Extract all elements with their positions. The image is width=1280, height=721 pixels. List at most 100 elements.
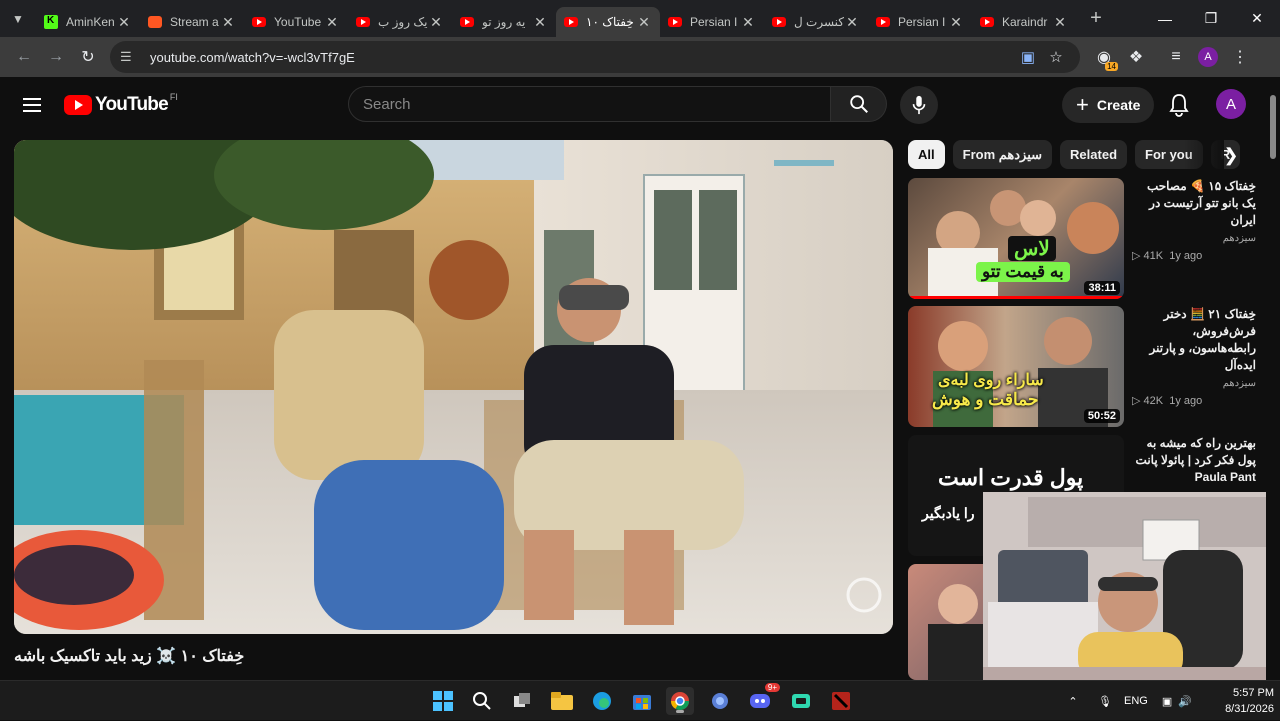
- browser-tab[interactable]: AminKen ✕: [36, 7, 140, 37]
- tab-close-icon[interactable]: ✕: [844, 14, 860, 31]
- browser-tab[interactable]: YouTube ✕: [244, 7, 348, 37]
- webcam-feed: [983, 492, 1280, 680]
- webcam-overlay: [983, 492, 1280, 680]
- youtube-icon: [252, 17, 266, 27]
- chip-from-channel[interactable]: From سیزدهم: [952, 140, 1053, 169]
- extensions-puzzle-icon[interactable]: ❖: [1120, 41, 1152, 73]
- thumbnail-caption: ساراء روی لبه‌ی: [938, 372, 1044, 389]
- windows-start-icon[interactable]: [429, 687, 457, 715]
- recommended-video[interactable]: لاس به قیمت تتو 38:11 خِفتاک ۱۵ 🍕 مصاحب …: [908, 178, 1258, 299]
- recommended-video[interactable]: ساراء روی لبه‌ی حماقت و هوش 50:52 خِفتاک…: [908, 306, 1258, 427]
- browser-tab[interactable]: Stream a ✕: [140, 7, 244, 37]
- microsoft-store-icon[interactable]: [628, 687, 656, 715]
- browser-tab[interactable]: یه روز تو ✕: [452, 7, 556, 37]
- tab-close-icon[interactable]: ✕: [428, 14, 444, 31]
- profile-button[interactable]: A: [1192, 41, 1224, 73]
- reload-icon[interactable]: ↻: [72, 41, 104, 73]
- video-stats: ▷ 42K 1y ago: [1132, 394, 1256, 407]
- windows-taskbar: 9+ ⌃ 🎙 ENG ▣ 🔊 5:57 PM 8/31/2026: [0, 680, 1280, 720]
- browser-tab[interactable]: کنسرت ل ✕: [764, 7, 868, 37]
- browser-tab[interactable]: Persian I ✕: [660, 7, 764, 37]
- taskbar-clock[interactable]: 5:57 PM 8/31/2026: [1204, 685, 1274, 717]
- system-tray: ⌃ 🎙 ENG ▣ 🔊: [1064, 681, 1192, 721]
- create-label: Create: [1096, 97, 1141, 113]
- chevron-up-icon[interactable]: ⌃: [1064, 695, 1082, 708]
- url-text: youtube.com/watch?v=-wcl3vTf7gE: [150, 49, 355, 65]
- microphone-tray-icon[interactable]: 🎙: [1092, 695, 1118, 708]
- chip-all[interactable]: All: [908, 140, 945, 169]
- watch-progress-bar: [908, 296, 1124, 299]
- search-button[interactable]: [831, 86, 887, 122]
- site-info-icon[interactable]: ☰: [120, 49, 140, 65]
- youtube-logo[interactable]: YouTube FI: [64, 92, 178, 116]
- youtube-wordmark: YouTube: [95, 94, 169, 115]
- kick-icon: [44, 15, 58, 29]
- channel-name[interactable]: سیزدهم: [1132, 378, 1256, 389]
- channel-name[interactable]: سیزدهم: [1132, 233, 1256, 244]
- chip-related[interactable]: Related: [1060, 140, 1128, 169]
- minimize-icon[interactable]: —: [1142, 0, 1188, 37]
- notifications-bell-icon[interactable]: [1165, 91, 1193, 119]
- bookmark-star-icon[interactable]: ☆: [1042, 48, 1070, 66]
- network-icon[interactable]: ▣: [1162, 695, 1172, 708]
- duration-badge: 38:11: [1084, 281, 1120, 295]
- address-bar[interactable]: ☰ youtube.com/watch?v=-wcl3vTf7gE ▣ ☆: [110, 41, 1080, 73]
- new-tab-button[interactable]: +: [1082, 5, 1110, 33]
- browser-tab[interactable]: Persian I ✕: [868, 7, 972, 37]
- video-title-small[interactable]: خِفتاک ۲۱ 🧮 دختر فرش‌فروش، رابطه‌هاسون، …: [1132, 306, 1256, 374]
- close-window-icon[interactable]: ✕: [1234, 0, 1280, 37]
- account-avatar[interactable]: A: [1216, 89, 1246, 119]
- file-explorer-icon[interactable]: [548, 687, 576, 715]
- create-button[interactable]: + Create: [1062, 87, 1155, 123]
- app-orb-icon[interactable]: [706, 687, 734, 715]
- forward-icon[interactable]: →: [40, 41, 72, 73]
- video-title-small[interactable]: بهترین راه که میشه به پول فکر کرد | پائو…: [1132, 435, 1256, 486]
- video-thumbnail[interactable]: لاس به قیمت تتو 38:11: [908, 178, 1124, 299]
- thumbnail-caption: پول قدرت است: [938, 465, 1084, 490]
- volume-icon[interactable]: 🔊: [1178, 695, 1192, 708]
- video-player[interactable]: [14, 140, 893, 634]
- tab-close-icon[interactable]: ✕: [948, 14, 964, 31]
- profile-avatar: A: [1198, 47, 1218, 67]
- guide-menu-icon[interactable]: [12, 85, 52, 125]
- search-box[interactable]: [348, 86, 831, 122]
- view-count: 42K: [1143, 395, 1164, 407]
- tab-close-icon[interactable]: ✕: [1052, 14, 1068, 31]
- page-scrollbar[interactable]: [1266, 77, 1280, 680]
- browser-tab[interactable]: یک روز ب ✕: [348, 7, 452, 37]
- tab-title: Stream a: [170, 15, 219, 29]
- search-input[interactable]: [363, 95, 816, 113]
- video-thumbnail[interactable]: ساراء روی لبه‌ی حماقت و هوش 50:52: [908, 306, 1124, 427]
- extension-icon[interactable]: ◉ 14: [1088, 41, 1120, 73]
- scrollbar-thumb[interactable]: [1270, 95, 1276, 159]
- tab-close-icon[interactable]: ✕: [324, 14, 340, 31]
- language-indicator[interactable]: ENG: [1124, 695, 1148, 707]
- dota-icon[interactable]: [827, 687, 855, 715]
- tab-close-icon[interactable]: ✕: [220, 14, 236, 31]
- tab-close-icon[interactable]: ✕: [116, 14, 132, 31]
- tab-close-icon[interactable]: ✕: [636, 14, 652, 31]
- restore-icon[interactable]: ❐: [1188, 0, 1234, 37]
- tab-search-icon[interactable]: ▼: [0, 0, 36, 37]
- video-title-small[interactable]: خِفتاک ۱۵ 🍕 مصاحب یک بانو تتو آرتیست در …: [1132, 178, 1256, 229]
- chrome-menu-icon[interactable]: ⋮: [1224, 41, 1256, 73]
- browser-tab-active[interactable]: خِفتاک ۱۰ ✕: [556, 7, 660, 37]
- tab-close-icon[interactable]: ✕: [532, 14, 548, 31]
- voice-search-button[interactable]: [900, 86, 938, 124]
- chrome-icon[interactable]: [666, 687, 694, 715]
- search-bar: [348, 86, 887, 122]
- back-icon[interactable]: ←: [8, 41, 40, 73]
- cast-icon[interactable]: ▣: [1014, 48, 1042, 66]
- task-view-icon[interactable]: [508, 687, 536, 715]
- edge-icon[interactable]: [588, 687, 616, 715]
- tab-close-icon[interactable]: ✕: [740, 14, 756, 31]
- app-green-icon[interactable]: [787, 687, 815, 715]
- chevron-right-icon[interactable]: ❯: [1218, 142, 1244, 168]
- discord-icon[interactable]: 9+: [746, 683, 780, 715]
- browser-tab[interactable]: Karaindr ✕: [972, 7, 1076, 37]
- play-icon: ▷: [1132, 250, 1141, 262]
- microphone-icon: [912, 95, 926, 115]
- taskbar-search-icon[interactable]: [468, 687, 496, 715]
- discord-badge: 9+: [764, 683, 780, 692]
- media-control-icon[interactable]: ≡: [1160, 41, 1192, 73]
